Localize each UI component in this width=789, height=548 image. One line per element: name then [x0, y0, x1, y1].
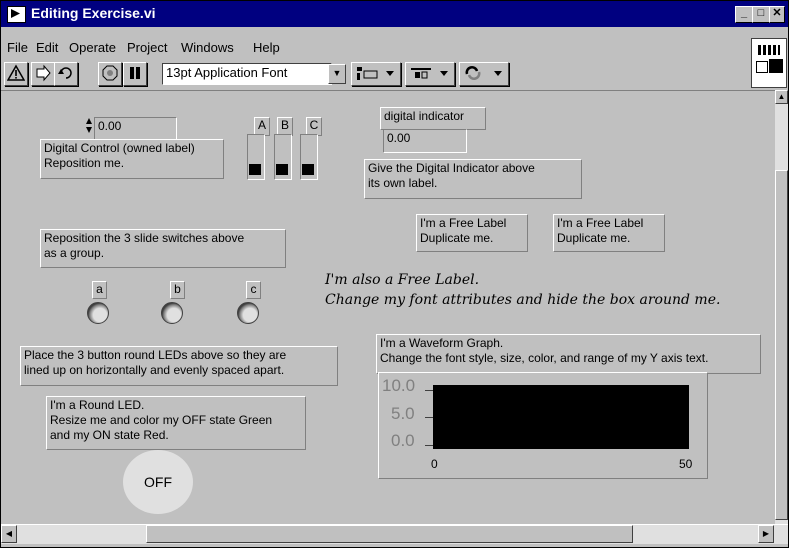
y-tick-0: 0.0 — [391, 431, 415, 450]
menu-operate[interactable]: Operate — [69, 40, 116, 55]
reposition-switches-note: Reposition the 3 slide switches above as… — [40, 229, 286, 268]
slide-switch-a[interactable] — [247, 134, 265, 180]
y-tick-10: 10.0 — [382, 376, 416, 395]
free-label-2: I'm a Free Label Duplicate me. — [553, 214, 665, 252]
font-selector[interactable]: 13pt Application Font — [162, 63, 332, 85]
toolbar: 13pt Application Font ▼ — [1, 60, 788, 86]
menu-windows[interactable]: Windows — [181, 40, 234, 55]
digital-indicator-label: digital indicator — [380, 107, 486, 130]
x-tick-0: 0 — [431, 457, 438, 471]
font-dropdown-arrow-icon[interactable]: ▼ — [328, 64, 346, 84]
scroll-left-arrow-icon[interactable]: ◀ — [1, 525, 17, 543]
menu-bar: File Edit Operate Project Windows Help — [1, 37, 788, 57]
graph-plot-area[interactable] — [433, 385, 689, 449]
scroll-right-arrow-icon[interactable]: ▶ — [758, 525, 774, 543]
pause-icon[interactable] — [123, 62, 147, 86]
round-led-button-b[interactable] — [161, 302, 183, 324]
x-tick-50: 50 — [679, 457, 693, 471]
run-arrow-icon[interactable] — [31, 62, 55, 86]
digital-control-label: Digital Control (owned label) Reposition… — [40, 139, 224, 179]
distribute-objects-icon[interactable] — [405, 62, 455, 86]
align-objects-icon[interactable] — [351, 62, 401, 86]
window-title: Editing Exercise.vi — [31, 5, 156, 21]
title-bar[interactable]: Editing Exercise.vi _ □ ✕ — [1, 1, 788, 27]
round-led-button-c[interactable] — [237, 302, 259, 324]
minimize-button[interactable]: _ — [735, 6, 753, 23]
horizontal-scroll-thumb[interactable] — [146, 525, 633, 543]
slide-switch-b[interactable] — [274, 134, 292, 180]
horizontal-scrollbar[interactable]: ◀ ▶ — [1, 524, 788, 544]
round-led-button-a[interactable] — [87, 302, 109, 324]
round-led-indicator[interactable]: OFF — [123, 450, 193, 514]
round-led-note: I'm a Round LED. Resize me and color my … — [46, 396, 306, 450]
menu-file[interactable]: File — [7, 40, 28, 55]
digital-control-field[interactable]: 0.00 — [94, 117, 177, 140]
led-label-a: a — [92, 281, 107, 299]
vi-app-icon — [7, 6, 26, 23]
warning-icon[interactable] — [4, 62, 28, 86]
menu-project[interactable]: Project — [127, 40, 167, 55]
maximize-button[interactable]: □ — [752, 6, 770, 23]
place-leds-note: Place the 3 button round LEDs above so t… — [20, 346, 338, 386]
waveform-graph[interactable]: 10.0 5.0 0.0 0 50 — [378, 372, 708, 479]
italic-free-label: I'm also a Free Label. Change my font at… — [325, 272, 721, 308]
waveform-graph-note: I'm a Waveform Graph. Change the font st… — [376, 334, 761, 374]
abort-stop-icon[interactable] — [98, 62, 122, 86]
free-label-1: I'm a Free Label Duplicate me. — [416, 214, 528, 252]
digital-indicator-note: Give the Digital Indicator above its own… — [364, 159, 582, 199]
scroll-up-arrow-icon[interactable]: ▲ — [775, 90, 788, 104]
y-tick-5: 5.0 — [391, 404, 415, 423]
slide-switch-c[interactable] — [300, 134, 318, 180]
led-label-b: b — [170, 281, 185, 299]
menu-help[interactable]: Help — [253, 40, 280, 55]
run-continuously-icon[interactable] — [54, 62, 78, 86]
led-label-c: c — [246, 281, 261, 299]
vertical-scroll-thumb[interactable] — [775, 170, 788, 520]
close-button[interactable]: ✕ — [769, 6, 785, 23]
digital-indicator-field: 0.00 — [383, 129, 467, 153]
menu-edit[interactable]: Edit — [36, 40, 58, 55]
reorder-objects-icon[interactable] — [459, 62, 509, 86]
increment-decrement-arrows-icon[interactable] — [85, 117, 93, 135]
vertical-scrollbar[interactable]: ▲ — [775, 90, 788, 524]
